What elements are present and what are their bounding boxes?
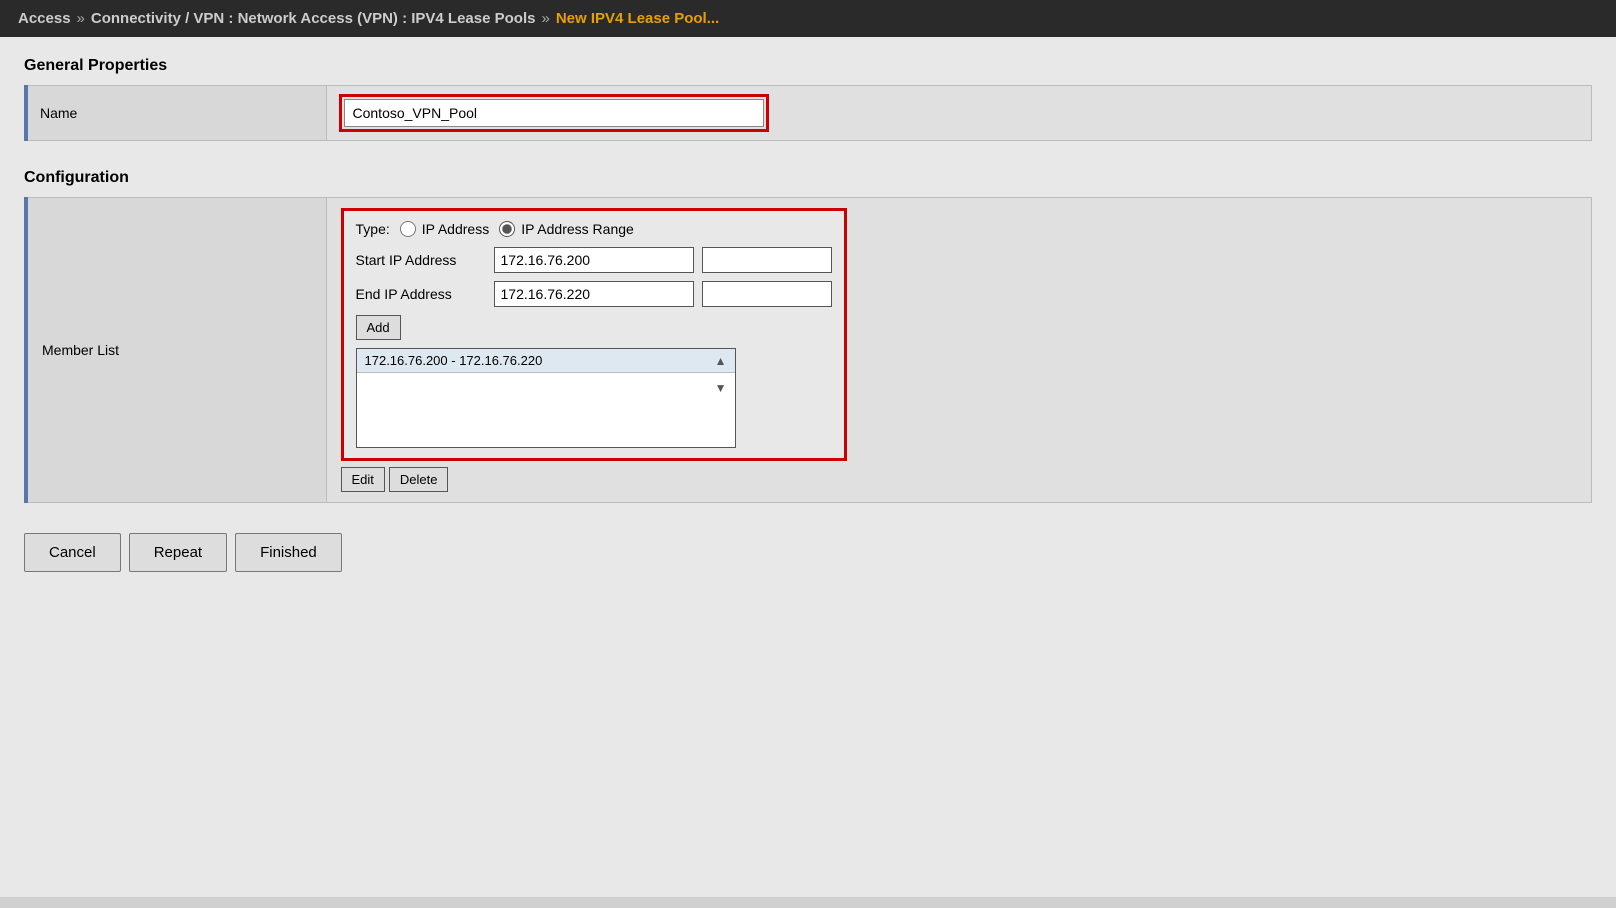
delete-button[interactable]: Delete [389,467,449,492]
main-content: General Properties Name Configuration Me… [0,37,1616,897]
config-content-cell: Type: IP Address IP Address Range [326,198,1592,503]
end-ip-extra-input[interactable] [702,281,832,307]
end-ip-row: End IP Address [356,281,832,307]
general-properties-section: General Properties Name [24,57,1592,141]
breadcrumb-current: New IPV4 Lease Pool... [556,10,719,27]
scroll-up-icon[interactable]: ▲ [715,354,727,368]
breadcrumb-bar: Access » Connectivity / VPN : Network Ac… [0,0,1616,37]
member-list-item-text: 172.16.76.200 - 172.16.76.220 [365,353,543,368]
configuration-table: Member List Type: IP Address [24,197,1592,503]
repeat-button[interactable]: Repeat [129,533,227,572]
configuration-heading: Configuration [24,169,1592,187]
config-row: Member List Type: IP Address [26,198,1592,503]
general-properties-table: Name [24,85,1592,141]
start-ip-label: Start IP Address [356,252,486,268]
start-ip-input[interactable] [494,247,694,273]
radio-ip-address-label[interactable]: IP Address [400,221,489,237]
add-button[interactable]: Add [356,315,401,340]
footer-buttons: Cancel Repeat Finished [24,533,1592,572]
cancel-button[interactable]: Cancel [24,533,121,572]
member-list-label-cell: Member List [26,198,326,503]
radio-ip-address-range[interactable] [499,221,515,237]
configuration-section: Configuration Member List Type: IP Addre… [24,169,1592,503]
edit-delete-row: Edit Delete [341,467,1578,492]
breadcrumb-access: Access [18,10,71,27]
finished-button[interactable]: Finished [235,533,342,572]
member-list-empty-row: ▼ [357,373,735,403]
radio-ip-address[interactable] [400,221,416,237]
scroll-down-icon[interactable]: ▼ [715,381,727,395]
general-properties-heading: General Properties [24,57,1592,75]
edit-button[interactable]: Edit [341,467,385,492]
member-list-box[interactable]: 172.16.76.200 - 172.16.76.220 ▲ ▼ [356,348,736,448]
breadcrumb-mid: Connectivity / VPN : Network Access (VPN… [91,10,536,27]
name-value-cell [326,86,1592,141]
end-ip-label: End IP Address [356,286,486,302]
config-inner-box: Type: IP Address IP Address Range [341,208,847,461]
name-input[interactable] [344,99,764,127]
type-label: Type: [356,221,390,237]
name-input-highlight [339,94,769,132]
name-row: Name [26,86,1592,141]
ip-range-option-label: IP Address Range [521,221,634,237]
end-ip-input[interactable] [494,281,694,307]
sep1: » [77,10,85,27]
sep2: » [541,10,549,27]
radio-ip-range-label[interactable]: IP Address Range [499,221,634,237]
ip-address-option-label: IP Address [422,221,489,237]
add-button-container: Add [356,315,832,348]
start-ip-extra-input[interactable] [702,247,832,273]
type-row: Type: IP Address IP Address Range [356,221,832,237]
member-list-item: 172.16.76.200 - 172.16.76.220 ▲ [357,349,735,373]
start-ip-row: Start IP Address [356,247,832,273]
name-label-cell: Name [26,86,326,141]
